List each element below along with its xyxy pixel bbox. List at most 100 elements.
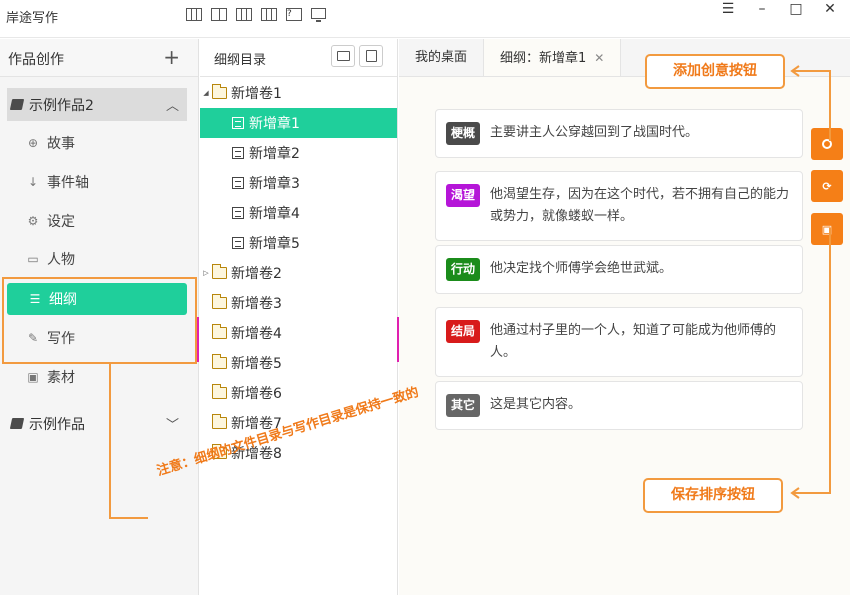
id-card-icon: ▭ [27,252,39,266]
card-text: 这是其它内容。 [490,397,582,412]
note-icon [365,50,377,62]
save-order-button[interactable]: ▣ [811,213,843,245]
outline-card[interactable]: 结局 他通过村子里的一个人，知道了可能成为他师傅的人。 [435,307,803,377]
sort-icon: ↓ [27,175,39,189]
tree-folder[interactable]: 新增卷4 [200,318,397,348]
tree-chapter[interactable]: 新增章5 [200,228,397,258]
main-panel: 我的桌面 细纲：新增章1 ✕ 梗概 主要讲主人公穿越回到了战国时代。 渴望 他渴望… [399,39,850,595]
tree-chapter[interactable]: 新增章2 [200,138,397,168]
folder-icon [212,384,227,399]
card-text: 他决定找个师傅学会绝世武斌。 [490,261,673,276]
add-idea-button[interactable] [811,128,843,160]
tab-label: 我的桌面 [415,50,468,65]
outline-card[interactable]: 梗概 主要讲主人公穿越回到了战国时代。 [435,109,803,158]
save-order-callout: 保存排序按钮 [643,478,783,513]
tree-folder[interactable]: ▷ 新增卷2 [200,258,397,288]
sidebar-item-materials[interactable]: ▣ 素材 [7,361,187,393]
tab-label: 细纲：新增章1 [500,51,587,66]
sidebar-item-characters[interactable]: ▭ 人物 [7,243,187,275]
tree-folder[interactable]: 新增卷3 [200,288,397,318]
tree-label: 新增章1 [249,116,300,132]
new-note-button[interactable] [359,45,383,67]
window-controls: ☰ – □ ✕ [718,0,840,18]
caret-down-icon[interactable]: ◢ [200,89,212,97]
sidebar-item-settings[interactable]: ⚙ 设定 [7,205,187,237]
close-icon[interactable]: ✕ [820,0,840,18]
tree-label: 新增章4 [249,206,300,222]
globe-icon: ⊕ [27,136,39,150]
folder-icon [212,294,227,309]
tab-outline-chapter[interactable]: 细纲：新增章1 ✕ [483,39,622,76]
work-label: 示例作品 [29,416,85,433]
layout-three-column-icon[interactable] [186,8,202,21]
chevron-up-icon[interactable]: ︿ [166,95,179,114]
outline-directory: 细纲目录 ◢ 新增卷1 新增章1 新增章2 新增章3 新增章4 新增章5 ▷ 新… [200,39,398,595]
layout-two-column-icon[interactable] [211,8,227,21]
card-tag: 结局 [446,320,480,343]
card-tag: 行动 [446,258,480,281]
card-tag: 梗概 [446,122,480,145]
card-text: 他渴望生存，因为在这个时代，若不拥有自己的能力或势力，就像蝼蚁一样。 [490,187,790,224]
tree-label: 新增卷4 [231,326,282,342]
card-tag: 渴望 [446,184,480,207]
image-icon: ▣ [27,370,39,384]
document-icon [232,177,244,189]
outline-card[interactable]: 行动 他决定找个师傅学会绝世武斌。 [435,245,803,294]
maximize-icon[interactable]: □ [786,0,806,18]
tree-label: 新增章5 [249,236,300,252]
work-item-active[interactable]: 示例作品2 ︿ [7,88,187,121]
tree-chapter[interactable]: 新增章4 [200,198,397,228]
work-item[interactable]: 示例作品 ﹀ [7,407,187,440]
folder-icon [212,84,227,99]
add-idea-callout: 添加创意按钮 [645,54,785,89]
layout-split-icon[interactable] [236,8,252,21]
close-tab-icon[interactable]: ✕ [594,51,604,65]
tree-label: 新增卷1 [231,86,282,102]
tree-label: 新增卷6 [231,386,282,402]
minimize-icon[interactable]: – [752,0,772,18]
sidebar-item-label: 设定 [47,214,75,230]
sidebar-item-label: 人物 [47,252,75,268]
menu-icon[interactable]: ☰ [718,0,738,18]
outline-card[interactable]: 渴望 他渴望生存，因为在这个时代，若不拥有自己的能力或势力，就像蝼蚁一样。 [435,171,803,241]
layout-grid-icon[interactable] [261,8,277,21]
refresh-icon: ⟳ [822,179,832,193]
document-icon [232,147,244,159]
card-text: 主要讲主人公穿越回到了战国时代。 [490,125,699,140]
monitor-icon[interactable] [311,8,326,22]
tree-folder[interactable]: 新增卷5 [200,348,397,378]
outline-card[interactable]: 其它 这是其它内容。 [435,381,803,430]
sidebar-item-timeline[interactable]: ↓ 事件轴 [7,166,187,198]
plus-circle-icon [822,139,832,149]
caret-right-icon[interactable]: ▷ [200,269,212,277]
sidebar-header: 作品创作 + [0,39,198,77]
tree-label: 新增卷5 [231,356,282,372]
save-icon: ▣ [821,222,833,236]
tree-chapter-selected[interactable]: 新增章1 [200,108,397,138]
tree-label: 新增卷2 [231,266,282,282]
new-folder-button[interactable] [331,45,355,67]
chevron-down-icon[interactable]: ﹀ [166,414,179,433]
sidebar-item-label: 故事 [47,136,75,152]
directory-title: 细纲目录 [214,53,267,68]
add-work-button[interactable]: + [163,47,180,67]
app-title: 岸途写作 [6,11,59,26]
card-tag: 其它 [446,394,480,417]
tree-chapter[interactable]: 新增章3 [200,168,397,198]
tab-desktop[interactable]: 我的桌面 [399,39,483,76]
highlight-box [2,277,197,364]
folder-icon [212,264,227,279]
tree-label: 新增章2 [249,146,300,162]
title-bar: 岸途写作 ? ☰ – □ ✕ [0,0,850,38]
sidebar-item-story[interactable]: ⊕ 故事 [7,127,187,159]
tree-folder[interactable]: ◢ 新增卷1 [200,78,397,108]
layout-toolbar: ? [186,8,326,22]
gears-icon: ⚙ [27,214,39,228]
help-icon[interactable]: ? [286,8,302,21]
refresh-button[interactable]: ⟳ [811,170,843,202]
sidebar-item-label: 事件轴 [47,175,89,191]
sidebar-title: 作品创作 [8,52,64,68]
sidebar-item-label: 素材 [47,370,75,386]
book-icon [9,418,25,429]
directory-header: 细纲目录 [200,39,397,77]
